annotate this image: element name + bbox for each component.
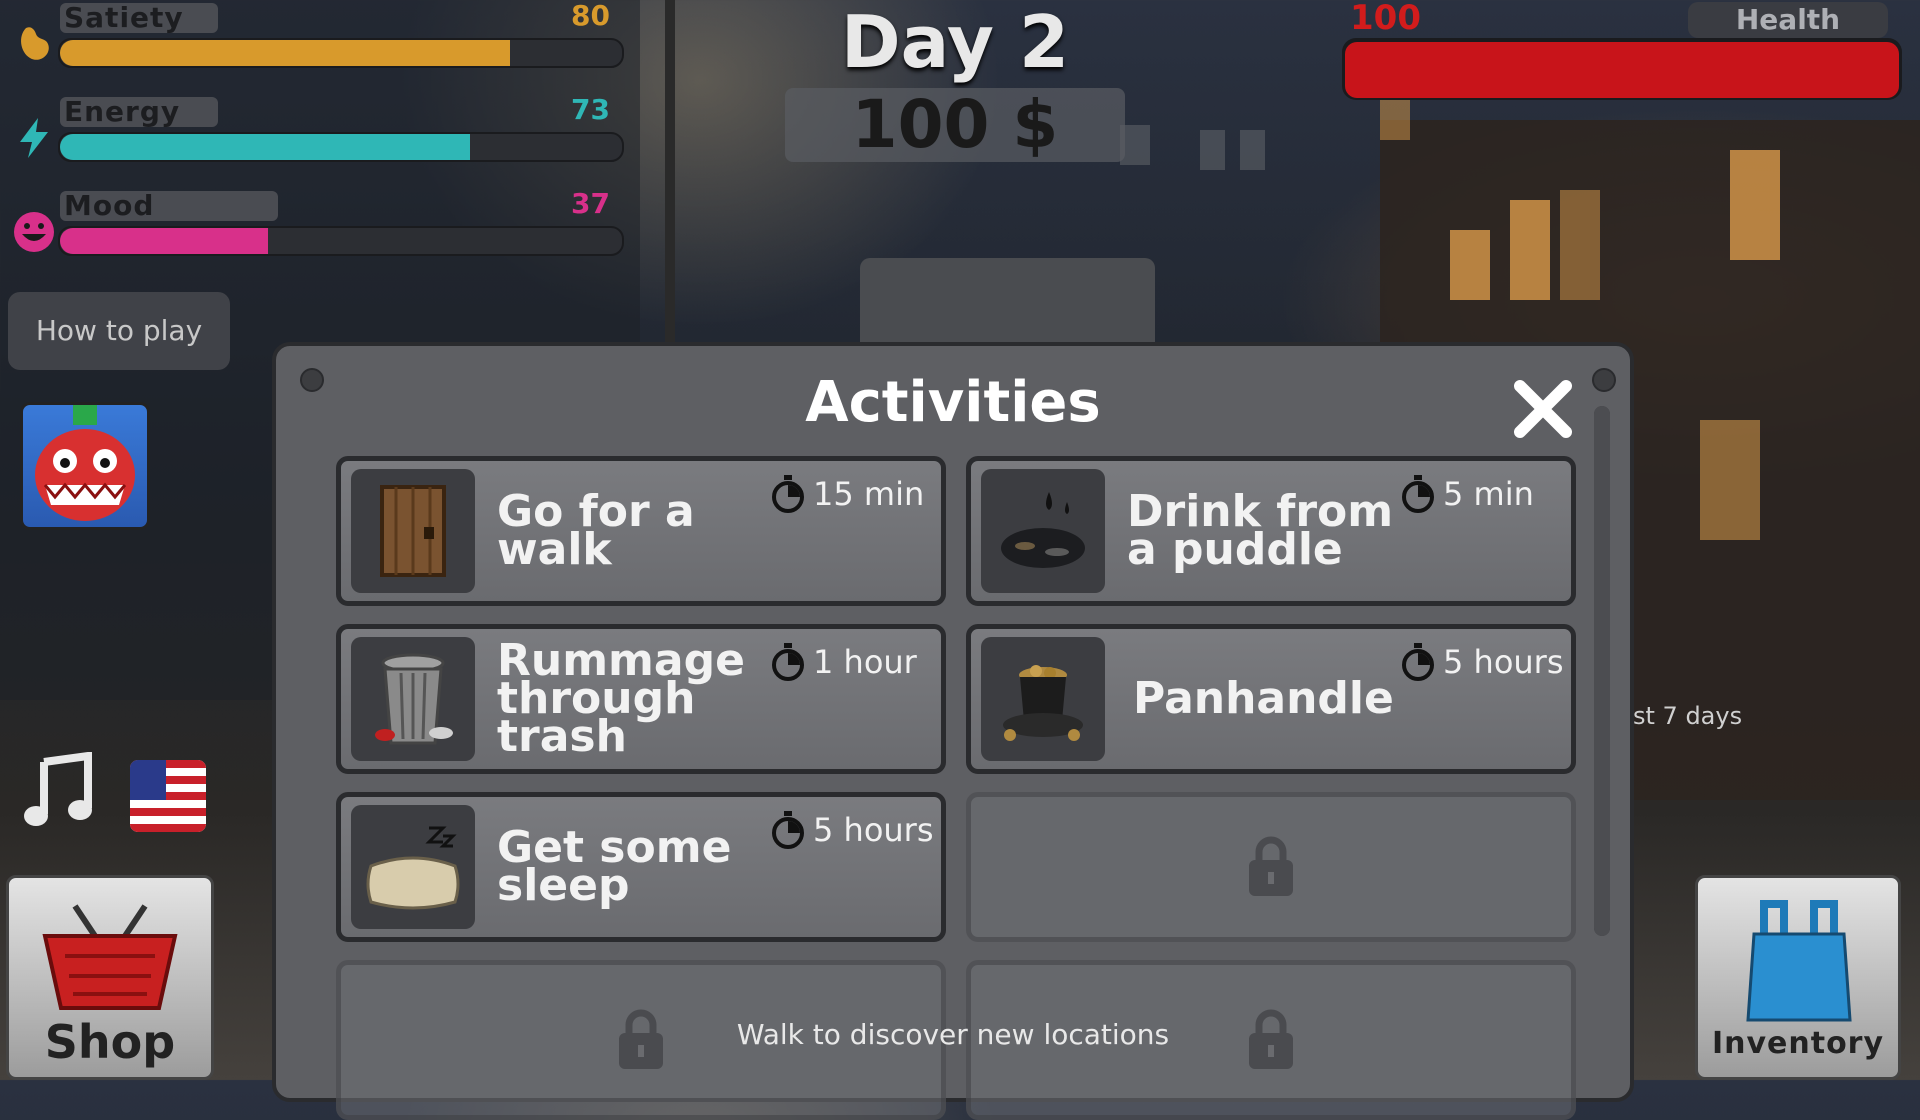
- activity-rummage-through-trash[interactable]: Rummage through trash 1 hour: [336, 624, 946, 774]
- shop-button[interactable]: Shop: [6, 875, 214, 1080]
- activity-time-value: 5 hours: [813, 811, 934, 849]
- inventory-label: Inventory: [1711, 1026, 1885, 1061]
- pillow-icon: [351, 805, 475, 929]
- modal-title: Activities: [805, 370, 1101, 435]
- stat-satiety: Satiety 80: [10, 0, 624, 70]
- how-to-play-button[interactable]: How to play: [8, 292, 230, 370]
- activity-label: Get some sleep: [497, 822, 732, 911]
- trash-can-icon: [351, 637, 475, 761]
- activity-panhandle[interactable]: Panhandle 5 hours: [966, 624, 1576, 774]
- activity-time: 15 min: [771, 475, 924, 513]
- activity-get-some-sleep[interactable]: Get some sleep 5 hours: [336, 792, 946, 942]
- energy-bar-fill: [60, 134, 471, 160]
- activity-drink-from-a-puddle[interactable]: Drink from a puddle 5 min: [966, 456, 1576, 606]
- activity-label: Panhandle: [1133, 673, 1394, 724]
- activity-label: Rummage through trash: [497, 635, 745, 762]
- mood-bar: [58, 226, 624, 256]
- stat-label: Energy: [64, 95, 181, 128]
- activity-time-value: 15 min: [813, 475, 925, 513]
- stomach-icon: [10, 20, 58, 68]
- activity-time-value: 5 min: [1443, 475, 1534, 513]
- activities-modal: Activities Go for a walk 15 min Drink fr…: [272, 342, 1634, 1120]
- health-bar-fill: [1345, 42, 1899, 98]
- health-value: 100: [1350, 0, 1421, 38]
- shop-label: Shop: [44, 1015, 176, 1069]
- music-toggle-icon[interactable]: [20, 751, 100, 832]
- stat-value: 73: [571, 93, 610, 126]
- stopwatch-icon: [772, 643, 804, 681]
- shopping-basket-icon: [35, 896, 185, 1020]
- stat-value: 37: [571, 187, 610, 220]
- stopwatch-icon: [772, 811, 804, 849]
- mood-bar-fill: [60, 228, 268, 254]
- stat-mood: Mood 37: [10, 187, 624, 258]
- activity-time-value: 5 hours: [1443, 643, 1564, 681]
- activity-time: 5 hours: [1401, 643, 1564, 681]
- padlock-icon: [1249, 836, 1293, 896]
- stat-label: Satiety: [64, 1, 184, 34]
- side-note-text: st 7 days: [1633, 702, 1743, 730]
- stopwatch-icon: [1402, 643, 1434, 681]
- money-display: 100 $: [785, 88, 1125, 162]
- puddle-icon: [981, 469, 1105, 593]
- stopwatch-icon: [772, 475, 804, 513]
- day-counter: Day 2: [840, 0, 1070, 84]
- activity-go-for-a-walk[interactable]: Go for a walk 15 min: [336, 456, 946, 606]
- satiety-bar: [58, 38, 624, 68]
- close-icon[interactable]: [1508, 374, 1578, 444]
- discover-hint-text: Walk to discover new locations: [736, 1018, 1170, 1051]
- us-flag-language-icon[interactable]: [130, 760, 206, 832]
- activity-time-value: 1 hour: [813, 643, 917, 681]
- plastic-bag-icon: [1744, 894, 1854, 1028]
- activity-label: Go for a walk: [497, 486, 695, 575]
- energy-bar: [58, 132, 624, 162]
- smiley-face-icon: [10, 208, 58, 256]
- stat-value: 80: [571, 0, 610, 32]
- stat-energy: Energy 73: [10, 93, 624, 164]
- scrollbar-thumb[interactable]: [1594, 406, 1610, 936]
- stopwatch-icon: [1402, 475, 1434, 513]
- lightning-icon: [10, 114, 58, 162]
- door-icon: [351, 469, 475, 593]
- character-avatar[interactable]: [20, 402, 150, 530]
- activity-label: Drink from a puddle: [1127, 486, 1394, 575]
- activity-time: 5 min: [1401, 475, 1534, 513]
- inventory-button[interactable]: Inventory: [1695, 875, 1901, 1080]
- activity-time: 5 hours: [771, 811, 934, 849]
- hat-with-coins-icon: [981, 637, 1105, 761]
- health-label: Health: [1735, 3, 1841, 36]
- stat-label: Mood: [64, 189, 155, 222]
- locked-activity-slot: [966, 792, 1576, 942]
- activity-time: 1 hour: [771, 643, 917, 681]
- satiety-bar-fill: [60, 40, 510, 66]
